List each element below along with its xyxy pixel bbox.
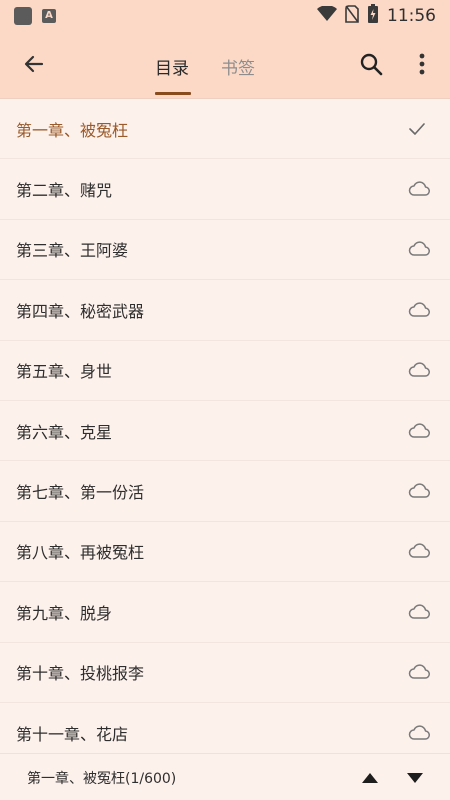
scroll-down-button[interactable] xyxy=(403,768,427,788)
status-bar: A 11:56 xyxy=(0,0,450,32)
sim-off-icon xyxy=(345,5,359,27)
cloud-icon xyxy=(408,181,430,197)
chapter-title: 第六章、克星 xyxy=(16,422,113,442)
check-icon xyxy=(408,121,430,137)
cloud-icon xyxy=(408,302,430,318)
cloud-icon xyxy=(408,423,430,439)
chapter-title: 第八章、再被冤枉 xyxy=(16,543,145,563)
chapter-row[interactable]: 第十一章、花店 xyxy=(0,703,450,753)
wifi-icon xyxy=(317,5,337,26)
chapter-row[interactable]: 第七章、第一份活 xyxy=(0,461,450,522)
cloud-icon xyxy=(408,543,430,559)
back-button[interactable] xyxy=(18,50,50,82)
chapter-title: 第四章、秘密武器 xyxy=(16,301,145,321)
chapter-row[interactable]: 第一章、被冤枉 xyxy=(0,99,450,160)
chapter-row[interactable]: 第五章、身世 xyxy=(0,341,450,401)
status-right: 11:56 xyxy=(317,4,436,28)
status-time: 11:56 xyxy=(387,6,436,26)
toolbar: 目录 书签 xyxy=(0,32,450,99)
search-icon xyxy=(359,52,383,80)
chapter-title: 第五章、身世 xyxy=(16,362,113,382)
chapter-title: 第十章、投桃报李 xyxy=(16,664,145,684)
chapter-row[interactable]: 第八章、再被冤枉 xyxy=(0,522,450,583)
cloud-icon xyxy=(408,664,430,680)
screen: A 11:56 目录 书签 第一章、被冤枉 第二章、赌咒 第三章、王阿婆 第四章… xyxy=(0,0,450,800)
chapter-row[interactable]: 第六章、克星 xyxy=(0,401,450,462)
triangle-up-icon xyxy=(361,769,379,788)
chapter-row[interactable]: 第四章、秘密武器 xyxy=(0,280,450,341)
chapter-title: 第十一章、花店 xyxy=(16,724,129,744)
cloud-icon xyxy=(408,604,430,620)
tab-bookmarks[interactable]: 书签 xyxy=(221,54,255,79)
scroll-up-button[interactable] xyxy=(358,768,382,788)
triangle-down-icon xyxy=(406,769,424,788)
chapter-title: 第一章、被冤枉 xyxy=(16,120,129,140)
chapter-title: 第三章、王阿婆 xyxy=(16,241,129,261)
battery-icon xyxy=(367,4,379,28)
app-square-icon xyxy=(14,7,32,25)
cloud-icon xyxy=(408,362,430,378)
arrow-left-icon xyxy=(22,52,46,80)
cloud-icon xyxy=(408,483,430,499)
tab-catalog[interactable]: 目录 xyxy=(155,54,189,79)
more-button[interactable] xyxy=(408,51,436,81)
cloud-icon xyxy=(408,725,430,741)
chapter-title: 第九章、脱身 xyxy=(16,603,113,623)
a-badge-icon: A xyxy=(42,9,56,23)
chapter-row[interactable]: 第二章、赌咒 xyxy=(0,159,450,220)
chapter-row[interactable]: 第三章、王阿婆 xyxy=(0,220,450,281)
tab-indicator xyxy=(155,92,191,95)
chapter-row[interactable]: 第九章、脱身 xyxy=(0,582,450,643)
chapter-list: 第一章、被冤枉 第二章、赌咒 第三章、王阿婆 第四章、秘密武器 第五章、身世 第六章、克星… xyxy=(0,99,450,753)
chapter-title: 第二章、赌咒 xyxy=(16,181,113,201)
chapter-row[interactable]: 第十章、投桃报李 xyxy=(0,643,450,703)
cloud-icon xyxy=(408,241,430,257)
search-button[interactable] xyxy=(356,51,386,81)
bottom-bar: 第一章、被冤枉(1/600) xyxy=(0,753,450,800)
status-left: A xyxy=(14,7,56,25)
more-vertical-icon xyxy=(419,53,425,79)
chapter-title: 第七章、第一份活 xyxy=(16,483,145,503)
current-chapter-label[interactable]: 第一章、被冤枉(1/600) xyxy=(27,768,176,788)
